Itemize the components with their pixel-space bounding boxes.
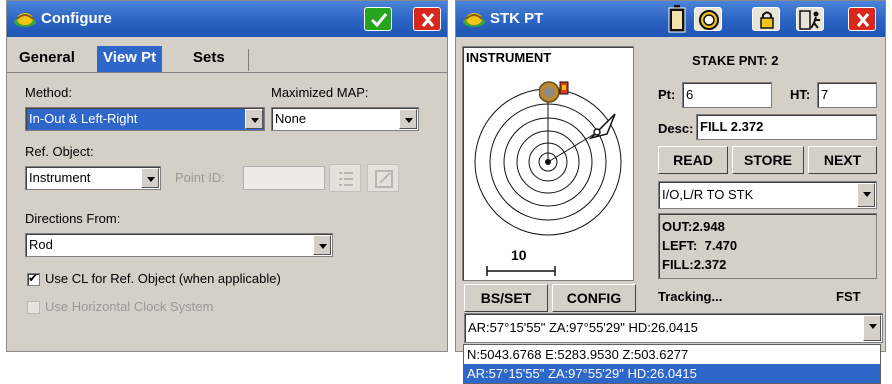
readout-option-ne[interactable]: N:5043.6768 E:5283.9530 Z:503.6277: [464, 345, 880, 364]
close-icon: [421, 13, 435, 27]
result-out: OUT:2.948: [662, 219, 725, 234]
window-title: Configure: [41, 10, 112, 27]
max-map-dropdown[interactable]: None: [271, 107, 419, 131]
chevron-down-icon[interactable]: [399, 109, 417, 129]
method-label: Method:: [25, 85, 72, 100]
scale-value: 10: [511, 247, 527, 263]
stk-titlebar: STK PT: [456, 1, 885, 37]
desc-label: Desc:: [658, 121, 694, 136]
stake-mode-value: I/O,L/R TO STK: [662, 187, 754, 202]
config-button[interactable]: CONFIG: [552, 284, 636, 312]
use-clock-label: Use Horizontal Clock System: [45, 299, 214, 314]
app-logo-icon: [463, 13, 485, 27]
ref-object-label: Ref. Object:: [25, 144, 94, 159]
configure-window: Configure General View Pt Sets Method: I…: [6, 0, 448, 352]
chevron-down-icon[interactable]: [245, 109, 263, 129]
point-edit-button[interactable]: [367, 164, 399, 192]
directions-value: Rod: [29, 237, 53, 252]
edit-icon: [375, 170, 393, 188]
ht-input[interactable]: 7: [817, 82, 877, 108]
desc-input[interactable]: FILL 2.372: [696, 114, 877, 140]
chevron-down-icon[interactable]: [863, 315, 881, 341]
list-icon: [339, 172, 353, 186]
method-dropdown[interactable]: In-Out & Left-Right: [25, 107, 265, 131]
bs-set-button[interactable]: BS/SET: [464, 284, 548, 312]
use-cl-checkbox[interactable]: [27, 271, 40, 286]
readout-options-list[interactable]: N:5043.6768 E:5283.9530 Z:503.6277 AR:57…: [463, 344, 881, 384]
tracking-status: Tracking...: [658, 289, 723, 304]
close-button[interactable]: [848, 7, 876, 31]
rod-direction-arrow-icon: [588, 113, 616, 140]
use-clock-checkbox[interactable]: [27, 301, 40, 314]
ref-object-value: Instrument: [29, 170, 91, 185]
method-value: In-Out & Left-Right: [29, 111, 138, 126]
window-title: STK PT: [490, 10, 544, 27]
tab-separator: [248, 49, 249, 71]
directions-label: Directions From:: [25, 211, 121, 226]
pt-value: 6: [686, 87, 694, 102]
lock-icon: [760, 11, 774, 29]
result-left: LEFT: 7.470: [662, 238, 738, 253]
read-button[interactable]: READ: [658, 146, 728, 174]
ref-object-dropdown[interactable]: Instrument: [25, 166, 161, 190]
instrument-icon: [539, 81, 569, 103]
results-panel: OUT:2.948 LEFT: 7.470 FILL:2.372: [658, 213, 877, 279]
configure-titlebar: Configure: [7, 1, 447, 37]
app-logo-icon: [14, 13, 36, 27]
exit-button[interactable]: [796, 7, 824, 31]
chevron-down-icon[interactable]: [857, 183, 875, 207]
stake-mode-dropdown[interactable]: I/O,L/R TO STK: [658, 181, 877, 209]
prism-button[interactable]: [694, 7, 722, 31]
next-button[interactable]: NEXT: [808, 146, 877, 174]
readout-dropdown[interactable]: AR:57°15'55" ZA:97°55'29" HD:26.0415: [464, 313, 883, 343]
readout-option-ar[interactable]: AR:57°15'55" ZA:97°55'29" HD:26.0415: [464, 364, 880, 383]
store-button[interactable]: STORE: [732, 146, 804, 174]
directions-dropdown[interactable]: Rod: [25, 233, 333, 257]
checkmark-icon: [370, 13, 388, 28]
chevron-down-icon[interactable]: [313, 235, 331, 255]
close-icon: [856, 13, 870, 27]
tab-sets[interactable]: Sets: [187, 46, 231, 72]
point-id-label: Point ID:: [175, 170, 225, 185]
ok-button[interactable]: [364, 7, 392, 31]
battery-icon[interactable]: [668, 5, 686, 33]
point-id-input[interactable]: [243, 166, 325, 190]
close-button[interactable]: [413, 7, 441, 31]
max-map-label: Maximized MAP:: [271, 85, 369, 100]
tab-general[interactable]: General: [13, 46, 81, 72]
prism-target-icon: [699, 10, 719, 30]
tab-view-pt[interactable]: View Pt: [97, 46, 163, 72]
pt-label: Pt:: [658, 87, 676, 102]
readout-value: AR:57°15'55" ZA:97°55'29" HD:26.0415: [468, 320, 698, 335]
chevron-down-icon[interactable]: [141, 168, 159, 188]
ht-label: HT:: [790, 87, 811, 102]
stakeout-graphic[interactable]: INSTRUMENT 10: [462, 46, 634, 281]
stake-point-window: STK PT INSTRUMENT 10 STAKE PNT: 2 Pt: 6 …: [455, 0, 886, 352]
exit-person-icon: [799, 10, 820, 30]
use-cl-label[interactable]: Use CL for Ref. Object (when applicable): [45, 271, 281, 286]
point-list-button[interactable]: [329, 164, 361, 192]
lock-button[interactable]: [752, 7, 780, 31]
pt-input[interactable]: 6: [682, 82, 772, 108]
stake-header: STAKE PNT: 2: [692, 53, 779, 68]
ht-value: 7: [821, 87, 829, 102]
tab-divider: [7, 72, 447, 73]
max-map-value: None: [275, 111, 307, 126]
tracking-mode: FST: [836, 289, 861, 304]
result-fill: FILL:2.372: [662, 257, 727, 272]
desc-value: FILL 2.372: [700, 119, 764, 134]
